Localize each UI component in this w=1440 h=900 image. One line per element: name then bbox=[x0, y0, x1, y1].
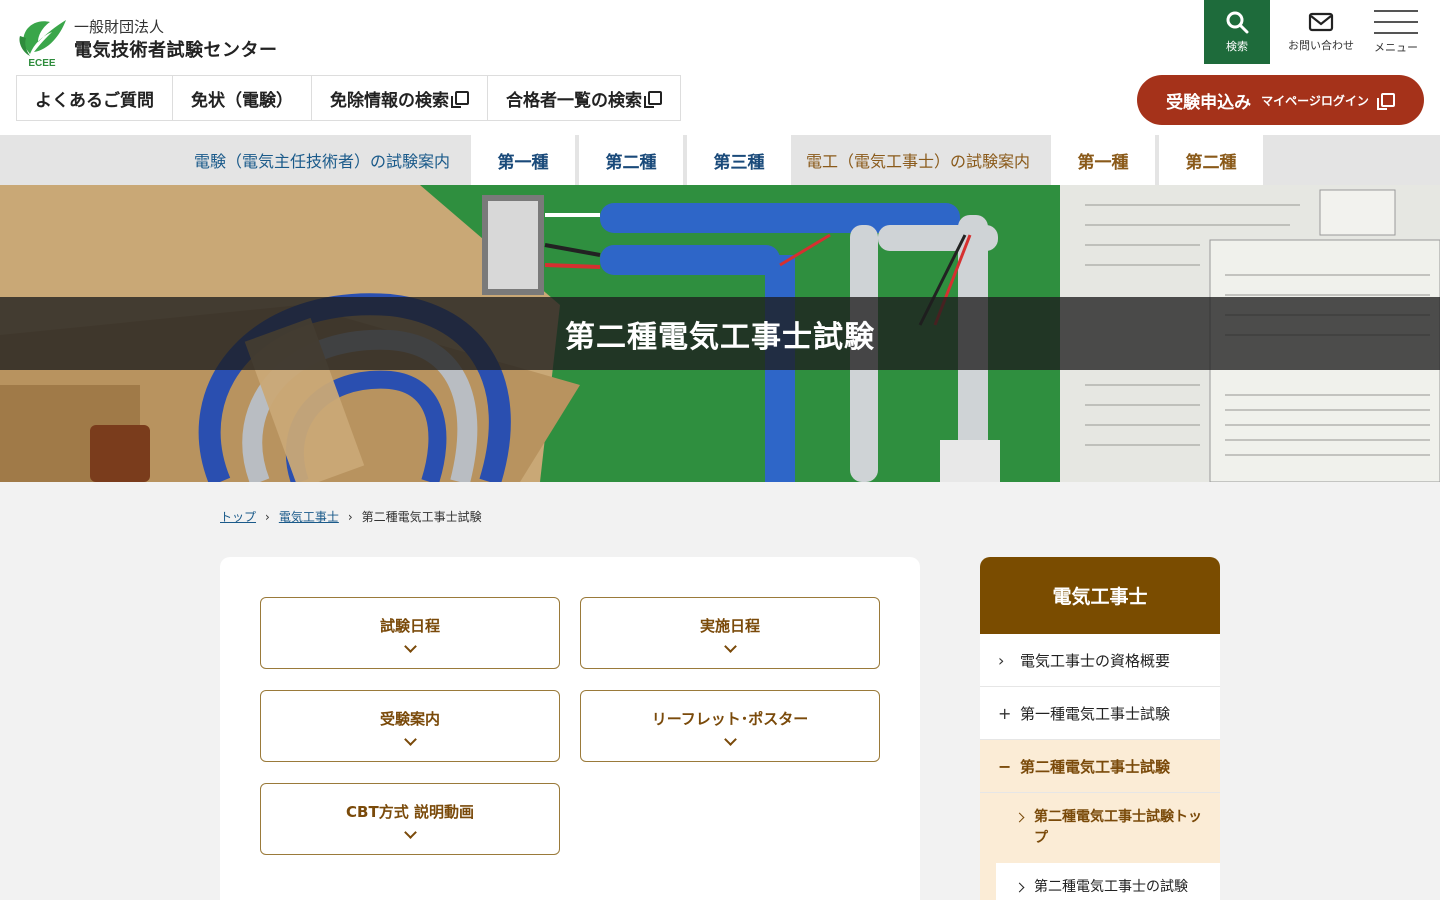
chevron-right-icon: › bbox=[347, 509, 353, 524]
contact-button[interactable]: お問い合わせ bbox=[1282, 0, 1360, 64]
tab-denken-3[interactable]: 第三種 bbox=[687, 135, 791, 185]
hamburger-icon bbox=[1374, 10, 1418, 34]
link-cbt-video[interactable]: CBT方式 説明動画 bbox=[260, 783, 560, 855]
menu-button[interactable]: メニュー bbox=[1364, 0, 1428, 64]
exam-category-bar: 電験（電気主任技術者）の試験案内 第一種 第二種 第三種 電工（電気工事士）の試… bbox=[0, 135, 1440, 185]
search-button[interactable]: 検索 bbox=[1204, 0, 1270, 64]
link-exam-guide[interactable]: 受験案内 bbox=[260, 690, 560, 762]
site-header: ECEE 一般財団法人 電気技術者試験センター 検索 お問い合わせ メニュー よ… bbox=[0, 0, 1440, 135]
external-link-icon bbox=[644, 91, 662, 108]
chevron-right-icon: › bbox=[265, 509, 270, 524]
link-cbt-label: CBT方式 説明動画 bbox=[346, 803, 474, 821]
sidebar-item-label: 第二種電気工事士試験 bbox=[1020, 757, 1171, 776]
chevron-down-icon bbox=[403, 826, 417, 839]
denken-guide-link[interactable]: 電験（電気主任技術者）の試験案内 bbox=[194, 135, 450, 185]
chevron-right-icon bbox=[1014, 812, 1025, 823]
breadcrumb-current: 第二種電気工事士試験 bbox=[361, 510, 482, 524]
mail-icon bbox=[1308, 12, 1334, 32]
logo-letters: ECEE bbox=[28, 58, 56, 68]
nav-license[interactable]: 免状（電験） bbox=[173, 76, 312, 120]
breadcrumb-home[interactable]: トップ bbox=[220, 508, 256, 525]
chevron-right-icon bbox=[1014, 882, 1025, 893]
nav-exemption-label: 免除情報の検索 bbox=[330, 90, 449, 111]
chevron-down-icon bbox=[723, 733, 737, 746]
sidebar-subitem-label: 第二種電気工事士試験トップ bbox=[1034, 809, 1202, 846]
minus-icon: − bbox=[998, 756, 1012, 776]
link-implementation-label: 実施日程 bbox=[699, 617, 760, 635]
sidebar-item-first-class[interactable]: + 第一種電気工事士試験 bbox=[980, 687, 1220, 740]
tab-denko-1[interactable]: 第一種 bbox=[1051, 135, 1155, 185]
tab-denken-1[interactable]: 第一種 bbox=[471, 135, 575, 185]
chevron-down-icon bbox=[723, 640, 737, 653]
apply-mypage-button[interactable]: 受験申込み マイページログイン bbox=[1137, 75, 1424, 125]
hero-banner: 第二種電気工事士試験 bbox=[0, 185, 1440, 482]
nav-faq[interactable]: よくあるご質問 bbox=[17, 76, 173, 120]
sidebar-item-label: 電気工事士の資格概要 bbox=[1020, 651, 1171, 670]
breadcrumb: トップ › 電気工事士 › 第二種電気工事士試験 bbox=[220, 508, 482, 525]
link-exam-guide-label: 受験案内 bbox=[379, 710, 440, 728]
link-leaflet-poster[interactable]: リーフレット･ポスター bbox=[580, 690, 880, 762]
sidebar-title: 電気工事士 bbox=[980, 557, 1220, 634]
chevron-down-icon bbox=[403, 640, 417, 653]
sidebar: 電気工事士 › 電気工事士の資格概要 + 第一種電気工事士試験 − 第二種電気工… bbox=[980, 557, 1220, 900]
hero-title-band: 第二種電気工事士試験 bbox=[0, 297, 1440, 370]
search-icon bbox=[1226, 11, 1249, 34]
tab-denko-2[interactable]: 第二種 bbox=[1159, 135, 1263, 185]
sidebar-item-overview[interactable]: › 電気工事士の資格概要 bbox=[980, 634, 1220, 687]
sidebar-subitem-label: 第二種電気工事士の試験 bbox=[1034, 879, 1188, 895]
sidebar-item-second-class[interactable]: − 第二種電気工事士試験 bbox=[980, 740, 1220, 793]
breadcrumb-parent[interactable]: 電気工事士 bbox=[279, 508, 339, 525]
external-link-icon bbox=[451, 91, 469, 108]
org-name: 電気技術者試験センター bbox=[74, 40, 278, 61]
denko-guide-link[interactable]: 電工（電気工事士）の試験案内 bbox=[806, 135, 1030, 185]
external-link-icon bbox=[1376, 93, 1395, 110]
sidebar-item-label: 第一種電気工事士試験 bbox=[1020, 704, 1171, 723]
chevron-right-icon: › bbox=[998, 650, 1005, 670]
nav-faq-label: よくあるご質問 bbox=[35, 90, 154, 111]
link-exam-schedule[interactable]: 試験日程 bbox=[260, 597, 560, 669]
link-implementation-schedule[interactable]: 実施日程 bbox=[580, 597, 880, 669]
mypage-login-label: マイページログイン bbox=[1261, 93, 1369, 108]
sidebar-subitem-top[interactable]: 第二種電気工事士試験トップ bbox=[980, 793, 1220, 863]
ecee-logo-icon: ECEE bbox=[16, 16, 68, 69]
nav-passers-label: 合格者一覧の検索 bbox=[506, 90, 642, 111]
link-exam-schedule-label: 試験日程 bbox=[379, 617, 440, 635]
sidebar-subitem-exam[interactable]: 第二種電気工事士の試験 bbox=[980, 863, 1220, 900]
tab-denken-2[interactable]: 第二種 bbox=[579, 135, 683, 185]
anchor-links-card: 試験日程 実施日程 受験案内 リーフレット･ポスター CBT方式 説明動画 bbox=[220, 557, 920, 900]
nav-license-label: 免状（電験） bbox=[191, 90, 293, 111]
menu-label: メニュー bbox=[1374, 41, 1418, 54]
nav-passers-search[interactable]: 合格者一覧の検索 bbox=[488, 76, 680, 120]
nav-exemption-search[interactable]: 免除情報の検索 bbox=[312, 76, 488, 120]
apply-label: 受験申込み bbox=[1166, 92, 1252, 113]
top-navigation: よくあるご質問 免状（電験） 免除情報の検索 合格者一覧の検索 bbox=[16, 75, 681, 121]
contact-label: お問い合わせ bbox=[1288, 39, 1354, 52]
link-leaflet-label: リーフレット･ポスター bbox=[651, 710, 809, 728]
site-logo[interactable]: ECEE 一般財団法人 電気技術者試験センター bbox=[16, 16, 278, 69]
search-label: 検索 bbox=[1226, 40, 1248, 53]
page-title: 第二種電気工事士試験 bbox=[565, 319, 875, 355]
chevron-down-icon bbox=[403, 733, 417, 746]
org-subtitle: 一般財団法人 bbox=[74, 18, 165, 36]
plus-icon: + bbox=[998, 703, 1012, 723]
